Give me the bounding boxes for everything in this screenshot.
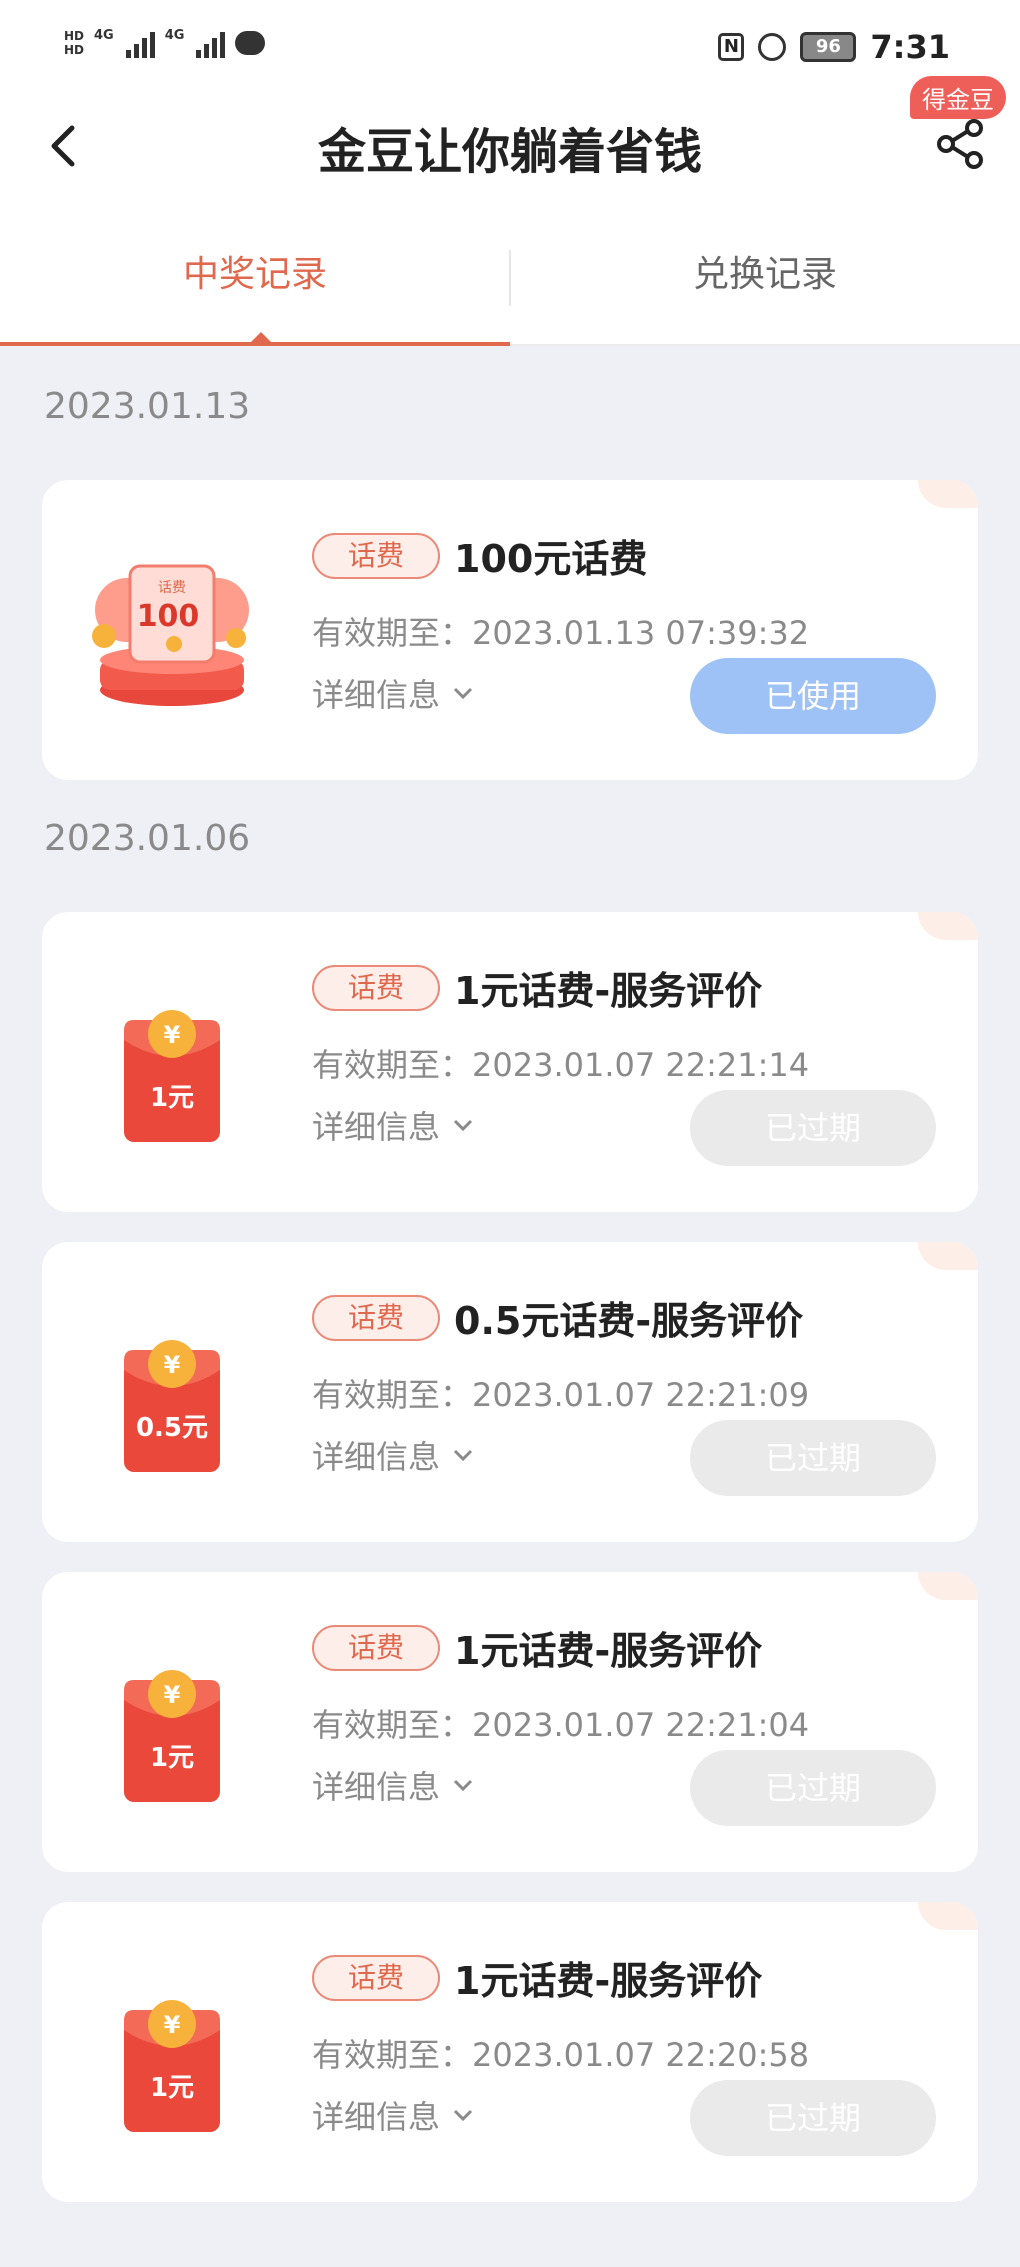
detail-label: 详细信息 bbox=[312, 1768, 441, 1806]
category-tag: 话费 bbox=[312, 533, 440, 579]
svg-text:话费: 话费 bbox=[158, 580, 186, 596]
svg-text:0.5元: 0.5元 bbox=[136, 1413, 208, 1443]
share-button[interactable] bbox=[930, 114, 990, 174]
page-title: 金豆让你躺着省钱 bbox=[317, 124, 702, 180]
svg-text:1元: 1元 bbox=[150, 2073, 194, 2103]
chevron-down-icon bbox=[453, 1779, 473, 1792]
detail-label: 详细信息 bbox=[312, 1108, 441, 1146]
gift-box-100-icon: 话费 100 bbox=[92, 564, 249, 706]
tab-bar: 中奖记录 兑换记录 bbox=[0, 210, 1020, 346]
detail-toggle[interactable]: 详细信息 bbox=[312, 1762, 474, 1808]
card-corner-decoration bbox=[918, 912, 978, 940]
status-button-used[interactable]: 已使用 bbox=[690, 658, 936, 734]
chevron-down-icon bbox=[453, 1119, 473, 1132]
clock: 7:31 bbox=[870, 28, 950, 66]
alarm-icon bbox=[758, 33, 787, 61]
detail-toggle[interactable]: 详细信息 bbox=[312, 1432, 474, 1478]
detail-label: 详细信息 bbox=[312, 676, 441, 714]
svg-text:1元: 1元 bbox=[150, 1743, 194, 1773]
prize-card: 话费 100 话费 100元话费 有效期至：2023.01.13 07:39:3… bbox=[42, 480, 978, 780]
battery-level: 96 bbox=[815, 36, 841, 57]
tab-caret-icon bbox=[249, 332, 273, 344]
prize-name: 0.5元话费-服务评价 bbox=[454, 1299, 804, 1343]
status-button-expired: 已过期 bbox=[690, 2080, 936, 2156]
detail-label: 详细信息 bbox=[312, 2098, 441, 2136]
svg-text:¥: ¥ bbox=[164, 1021, 181, 1049]
validity-text: 有效期至：2023.01.13 07:39:32 bbox=[312, 614, 810, 652]
app-header: 金豆让你躺着省钱 得金豆 bbox=[0, 76, 1020, 210]
status-bar: HD HD 4G 4G N 96 7:31 bbox=[0, 0, 1020, 100]
svg-text:1元: 1元 bbox=[150, 1083, 194, 1113]
red-envelope-icon: ¥ 0.5元 bbox=[124, 1340, 220, 1472]
status-button-expired: 已过期 bbox=[690, 1090, 936, 1166]
prize-card: ¥ 0.5元 话费 0.5元话费-服务评价 有效期至：2023.01.07 22… bbox=[42, 1242, 978, 1542]
status-button-expired: 已过期 bbox=[690, 1420, 936, 1496]
svg-text:¥: ¥ bbox=[164, 2011, 181, 2039]
validity-text: 有效期至：2023.01.07 22:20:58 bbox=[312, 2036, 810, 2074]
prize-name: 1元话费-服务评价 bbox=[454, 1629, 763, 1673]
status-left: HD HD 4G 4G bbox=[64, 28, 266, 58]
status-button-expired: 已过期 bbox=[690, 1750, 936, 1826]
signal-icon bbox=[125, 28, 155, 58]
category-tag: 话费 bbox=[312, 1955, 440, 2001]
validity-text: 有效期至：2023.01.07 22:21:14 bbox=[312, 1046, 810, 1084]
validity-text: 有效期至：2023.01.07 22:21:04 bbox=[312, 1706, 810, 1744]
prize-name: 1元话费-服务评价 bbox=[454, 969, 763, 1013]
detail-toggle[interactable]: 详细信息 bbox=[312, 670, 474, 716]
prize-card: ¥ 1元 话费 1元话费-服务评价 有效期至：2023.01.07 22:20:… bbox=[42, 1902, 978, 2202]
red-envelope-icon: ¥ 1元 bbox=[124, 1010, 220, 1142]
card-corner-decoration bbox=[918, 1572, 978, 1600]
validity-text: 有效期至：2023.01.07 22:21:09 bbox=[312, 1376, 810, 1414]
hd-top-label: HD bbox=[64, 29, 85, 43]
date-heading: 2023.01.06 bbox=[44, 818, 251, 859]
detail-toggle[interactable]: 详细信息 bbox=[312, 1102, 474, 1148]
battery-icon: 96 bbox=[800, 32, 857, 62]
card-corner-decoration bbox=[918, 480, 978, 508]
chevron-down-icon bbox=[453, 1449, 473, 1462]
signal-icon bbox=[196, 28, 226, 58]
category-tag: 话费 bbox=[312, 1295, 440, 1341]
detail-label: 详细信息 bbox=[312, 1438, 441, 1476]
network-type-1: 4G bbox=[94, 28, 114, 43]
date-heading: 2023.01.13 bbox=[44, 386, 251, 427]
status-right: N 96 7:31 bbox=[718, 28, 950, 66]
card-corner-decoration bbox=[918, 1242, 978, 1270]
svg-text:100: 100 bbox=[137, 599, 200, 634]
category-tag: 话费 bbox=[312, 965, 440, 1011]
detail-toggle[interactable]: 详细信息 bbox=[312, 2092, 474, 2138]
chevron-down-icon bbox=[453, 687, 473, 700]
hd-bottom-label: HD bbox=[64, 43, 85, 57]
chevron-down-icon bbox=[453, 2109, 473, 2122]
prize-card: ¥ 1元 话费 1元话费-服务评价 有效期至：2023.01.07 22:21:… bbox=[42, 912, 978, 1212]
category-tag: 话费 bbox=[312, 1625, 440, 1671]
red-envelope-icon: ¥ 1元 bbox=[124, 2000, 220, 2132]
share-icon bbox=[937, 119, 983, 169]
nfc-icon: N bbox=[718, 33, 745, 61]
message-icon bbox=[235, 31, 266, 55]
network-type-2: 4G bbox=[164, 28, 185, 43]
red-envelope-icon: ¥ 1元 bbox=[124, 1670, 220, 1802]
tab-exchange-records[interactable]: 兑换记录 bbox=[510, 210, 1020, 346]
gold-bean-badge[interactable]: 得金豆 bbox=[910, 76, 1006, 119]
card-corner-decoration bbox=[918, 1902, 978, 1930]
tab-prize-records[interactable]: 中奖记录 bbox=[0, 210, 510, 346]
prize-name: 1元话费-服务评价 bbox=[454, 1959, 763, 2003]
svg-text:¥: ¥ bbox=[164, 1351, 181, 1379]
svg-text:¥: ¥ bbox=[164, 1681, 181, 1709]
prize-card: ¥ 1元 话费 1元话费-服务评价 有效期至：2023.01.07 22:21:… bbox=[42, 1572, 978, 1872]
hd-indicator: HD HD bbox=[64, 29, 84, 57]
prize-name: 100元话费 bbox=[454, 537, 648, 581]
